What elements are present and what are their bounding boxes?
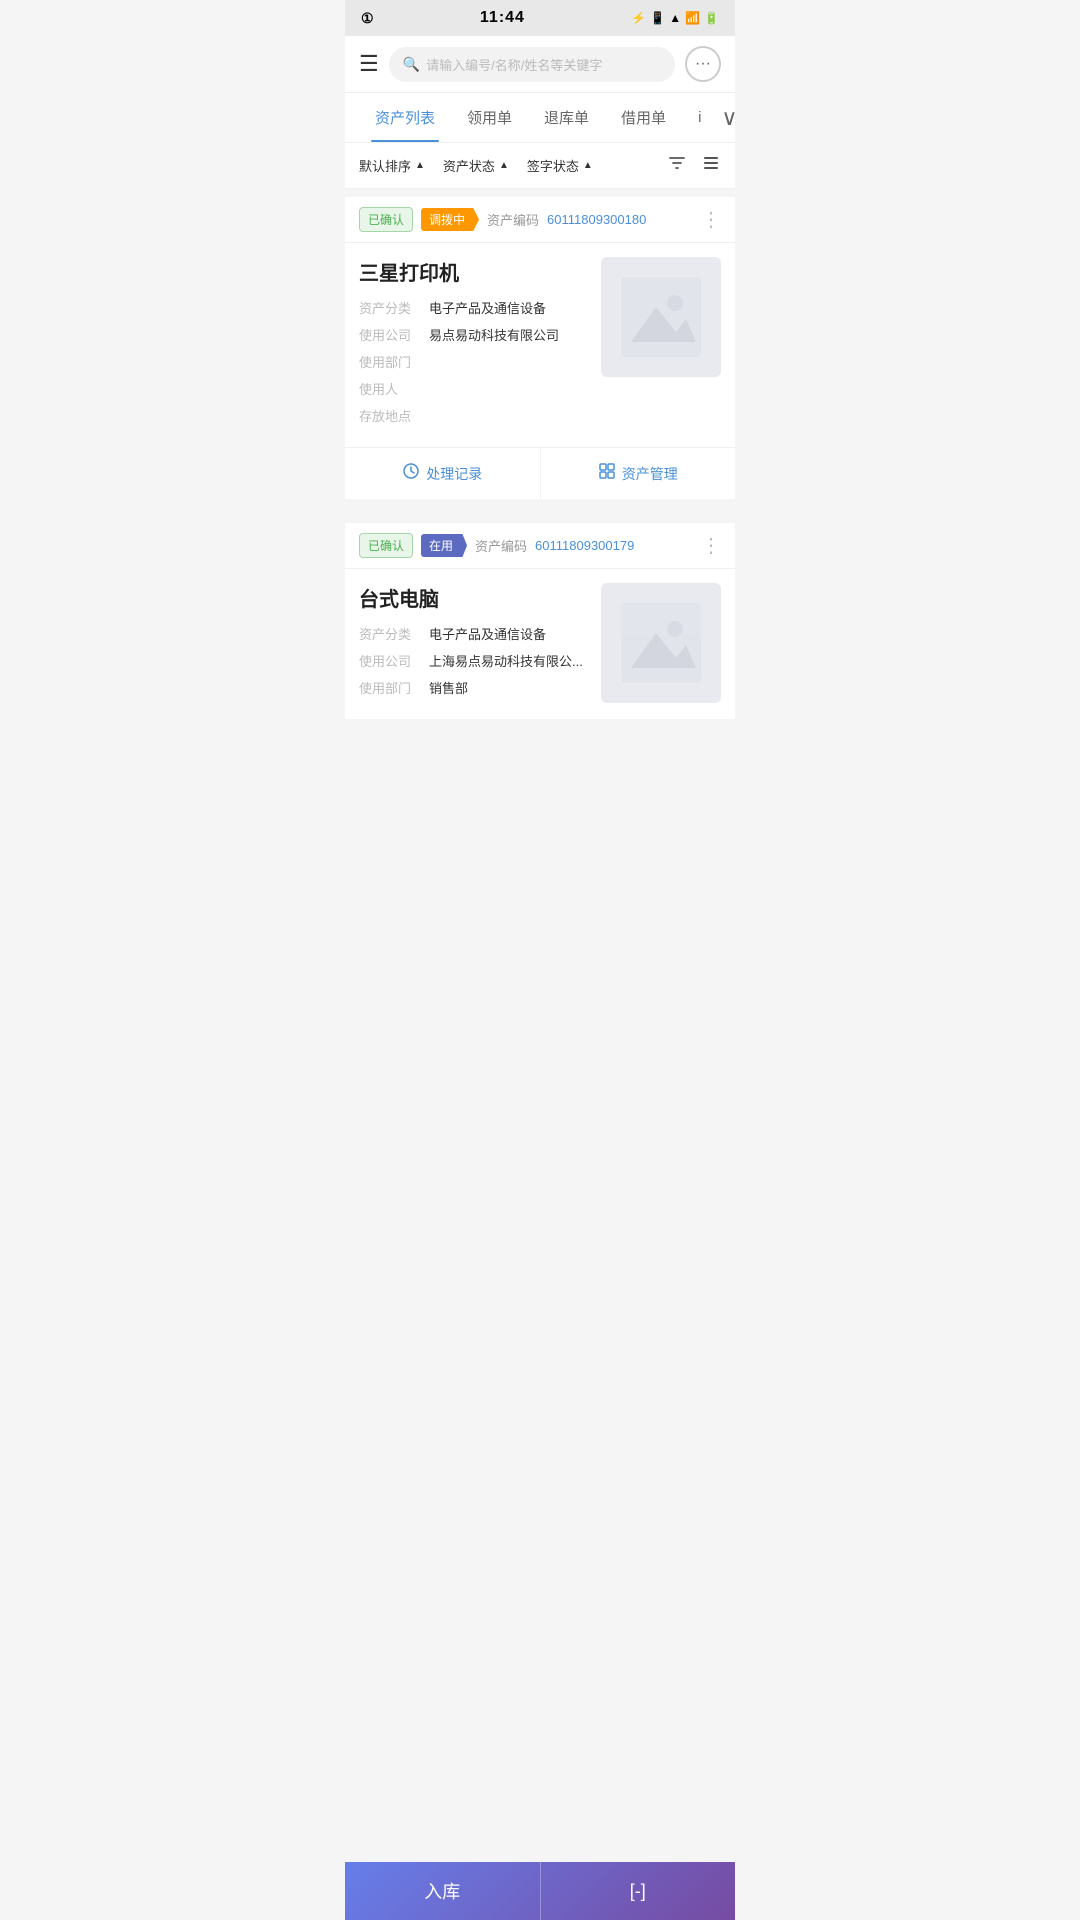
filter-asset-status-arrow: ▲ <box>499 160 509 171</box>
process-record-btn-1[interactable]: 处理记录 <box>345 448 541 499</box>
inbound-btn[interactable]: 入库 <box>345 1862 541 1920</box>
status-indicator: ① <box>361 10 374 27</box>
status-badge-2: 在用 <box>421 534 467 557</box>
filter-sort-arrow: ▲ <box>415 160 425 171</box>
search-input[interactable]: 请输入编号/名称/姓名等关键字 <box>426 55 602 74</box>
phone-icon: 📱 <box>650 11 665 25</box>
filter-sign-status-label: 签字状态 <box>527 156 579 175</box>
asset-card-1: 已确认 调拨中 资产编码 60111809300180 ⋮ 三星打印机 资产分类… <box>345 197 735 499</box>
info-row-user-1: 使用人 <box>359 379 589 398</box>
card-1-body: 三星打印机 资产分类 电子产品及通信设备 使用公司 易点易动科技有限公司 使用部… <box>345 243 735 447</box>
card-1-header: 已确认 调拨中 资产编码 60111809300180 ⋮ <box>345 197 735 243</box>
info-row-company-2: 使用公司 上海易点易动科技有限公... <box>359 651 589 670</box>
tab-return[interactable]: 退库单 <box>528 93 605 142</box>
asset-name-1: 三星打印机 <box>359 257 589 286</box>
asset-manage-btn-1[interactable]: 资产管理 <box>541 448 736 499</box>
card-2-body: 台式电脑 资产分类 电子产品及通信设备 使用公司 上海易点易动科技有限公... … <box>345 569 735 719</box>
tab-expand-icon[interactable]: ∨ <box>717 95 741 141</box>
asset-card-2: 已确认 在用 资产编码 60111809300179 ⋮ 台式电脑 资产分类 电… <box>345 523 735 719</box>
filter-list-icon[interactable] <box>701 153 721 178</box>
info-label-company-1: 使用公司 <box>359 325 429 344</box>
info-label-dept-1: 使用部门 <box>359 352 429 371</box>
bracket-btn[interactable]: [-] <box>541 1862 736 1920</box>
info-label-user-1: 使用人 <box>359 379 429 398</box>
status-bar: ① 11:44 ⚡ 📱 ▲ 📶 🔋 <box>345 0 735 36</box>
search-icon: 🔍 <box>403 56 420 73</box>
info-value-category-2: 电子产品及通信设备 <box>429 624 546 643</box>
status-badge-1: 调拨中 <box>421 208 479 231</box>
tab-i[interactable]: i <box>682 95 717 140</box>
card-2-more-btn[interactable]: ⋮ <box>701 533 721 558</box>
filter-asset-status[interactable]: 资产状态 ▲ <box>443 156 509 175</box>
bracket-label: [-] <box>630 1881 646 1902</box>
filter-asset-status-label: 资产状态 <box>443 156 495 175</box>
info-label-category-2: 资产分类 <box>359 624 429 643</box>
menu-icon[interactable]: ☰ <box>359 53 379 75</box>
info-label-company-2: 使用公司 <box>359 651 429 670</box>
wifi-icon: ▲ <box>669 11 681 25</box>
card-1-more-btn[interactable]: ⋮ <box>701 207 721 232</box>
filter-sign-status-arrow: ▲ <box>583 160 593 171</box>
tab-bar: 资产列表 领用单 退库单 借用单 i ∨ <box>345 93 735 143</box>
info-label-location-1: 存放地点 <box>359 406 429 425</box>
filter-sort[interactable]: 默认排序 ▲ <box>359 156 425 175</box>
tab-asset-list[interactable]: 资产列表 <box>359 93 451 142</box>
bottom-bar: 入库 [-] <box>345 1862 735 1920</box>
search-bar[interactable]: 🔍 请输入编号/名称/姓名等关键字 <box>389 47 675 82</box>
info-label-dept-2: 使用部门 <box>359 678 429 697</box>
info-row-category-2: 资产分类 电子产品及通信设备 <box>359 624 589 643</box>
tab-requisition[interactable]: 领用单 <box>451 93 528 142</box>
inbound-label: 入库 <box>424 1878 460 1904</box>
asset-manage-icon <box>598 462 616 485</box>
filter-bar: 默认排序 ▲ 资产状态 ▲ 签字状态 ▲ <box>345 143 735 189</box>
message-dots-icon: ··· <box>695 55 711 73</box>
asset-code-label-2: 资产编码 <box>475 536 527 555</box>
info-value-company-1: 易点易动科技有限公司 <box>429 325 559 344</box>
asset-manage-label-1: 资产管理 <box>622 464 678 484</box>
asset-code-value-1: 60111809300180 <box>547 212 646 227</box>
asset-name-2: 台式电脑 <box>359 583 589 612</box>
divider <box>345 507 735 515</box>
info-label-category-1: 资产分类 <box>359 298 429 317</box>
asset-image-1 <box>601 257 721 377</box>
tab-borrow[interactable]: 借用单 <box>605 93 682 142</box>
card-2-info: 台式电脑 资产分类 电子产品及通信设备 使用公司 上海易点易动科技有限公... … <box>359 583 589 705</box>
info-value-company-2: 上海易点易动科技有限公... <box>429 651 583 670</box>
filter-sort-label: 默认排序 <box>359 156 411 175</box>
asset-code-label-1: 资产编码 <box>487 210 539 229</box>
process-record-icon <box>402 462 420 485</box>
confirmed-badge-1: 已确认 <box>359 207 413 232</box>
info-row-dept-2: 使用部门 销售部 <box>359 678 589 697</box>
info-value-category-1: 电子产品及通信设备 <box>429 298 546 317</box>
info-row-location-1: 存放地点 <box>359 406 589 425</box>
bluetooth-icon: ⚡ <box>631 11 646 25</box>
filter-funnel-icon[interactable] <box>667 153 687 178</box>
status-time: 11:44 <box>480 9 525 27</box>
filter-action-icons <box>667 153 721 178</box>
card-1-info: 三星打印机 资产分类 电子产品及通信设备 使用公司 易点易动科技有限公司 使用部… <box>359 257 589 433</box>
info-value-dept-2: 销售部 <box>429 678 468 697</box>
message-icon[interactable]: ··· <box>685 46 721 82</box>
card-1-actions: 处理记录 资产管理 <box>345 447 735 499</box>
header: ☰ 🔍 请输入编号/名称/姓名等关键字 ··· <box>345 36 735 93</box>
confirmed-badge-2: 已确认 <box>359 533 413 558</box>
card-2-header: 已确认 在用 资产编码 60111809300179 ⋮ <box>345 523 735 569</box>
filter-sign-status[interactable]: 签字状态 ▲ <box>527 156 593 175</box>
info-row-company-1: 使用公司 易点易动科技有限公司 <box>359 325 589 344</box>
asset-code-value-2: 60111809300179 <box>535 538 634 553</box>
battery-icon: 🔋 <box>704 11 719 25</box>
info-row-dept-1: 使用部门 <box>359 352 589 371</box>
status-icons: ⚡ 📱 ▲ 📶 🔋 <box>631 11 719 25</box>
info-row-category-1: 资产分类 电子产品及通信设备 <box>359 298 589 317</box>
signal-icon: 📶 <box>685 11 700 25</box>
process-record-label-1: 处理记录 <box>426 464 482 484</box>
asset-image-2 <box>601 583 721 703</box>
